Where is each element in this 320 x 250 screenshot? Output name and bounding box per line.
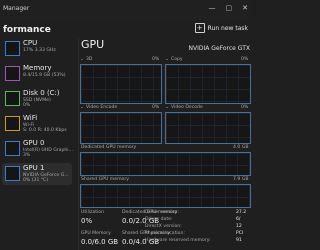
gpu1-thumbnail-graph	[5, 166, 20, 181]
sidebar-item-label: GPU 1	[23, 164, 45, 172]
info-label: Hardware reserved memory:	[145, 238, 211, 243]
info-value: 12	[236, 224, 242, 229]
run-new-task-label: Run new task	[207, 24, 248, 32]
graph-grid	[81, 153, 250, 175]
sidebar-item-label: CPU	[23, 39, 38, 47]
sidebar-item-label: Memory	[23, 64, 52, 72]
gpu-model-name: NVIDIA GeForce GTX	[188, 45, 250, 52]
info-value: PCI	[236, 231, 244, 236]
graph-3d[interactable]	[80, 64, 162, 104]
info-value: 6/	[236, 217, 241, 222]
page-title: GPU	[81, 38, 105, 51]
chevron-down-icon[interactable]: ⌄	[80, 57, 84, 62]
title-bar: Manager — ▢ ✕	[0, 0, 250, 20]
graph-label: 3D	[86, 57, 93, 62]
sidebar-item-subtext: Intel(R) UHD Graphi... 3%	[23, 148, 73, 158]
graph-video-decode[interactable]	[165, 112, 251, 144]
performance-sidebar: CPU 17% 3.33 GHz Memory 8.4/15.9 GB (53%…	[0, 38, 75, 250]
sidebar-item-label: Disk 0 (C:)	[23, 89, 60, 97]
utilization-label: Utilization	[81, 210, 105, 215]
sidebar-divider	[78, 38, 79, 250]
sidebar-item-subtext: NVIDIA GeForce G... 0% (31 °C)	[23, 173, 69, 183]
chevron-down-icon[interactable]: ⌄	[165, 57, 169, 62]
run-new-task-button[interactable]: + Run new task	[194, 23, 248, 33]
sidebar-item-memory[interactable]: Memory 8.4/15.9 GB (53%)	[2, 63, 72, 85]
sidebar-item-wifi[interactable]: WiFi Wi-Fi S: 0.0 R: 40.0 Kbps	[2, 113, 72, 135]
window-controls: — ▢ ✕	[209, 4, 249, 12]
gpu-memory-label: GPU Memory	[81, 231, 111, 236]
graph-max: 4.0 GB	[233, 145, 249, 150]
graph-grid	[81, 113, 161, 143]
chevron-down-icon[interactable]: ⌄	[165, 105, 169, 110]
sidebar-item-gpu1[interactable]: GPU 1 NVIDIA GeForce G... 0% (31 °C)	[2, 163, 72, 185]
graph-percent: 0%	[152, 57, 160, 62]
section-title: formance	[3, 25, 51, 35]
sidebar-item-label: GPU 0	[23, 139, 45, 147]
graph-percent: 0%	[241, 105, 249, 110]
gpu-memory-value: 0.0/6.0 GB	[81, 238, 119, 246]
add-task-icon: +	[194, 23, 205, 33]
graph-grid	[81, 185, 250, 207]
graph-label: Video Decode	[171, 105, 203, 110]
graph-percent: 0%	[152, 105, 160, 110]
graph-shared-memory[interactable]	[80, 184, 251, 208]
sidebar-item-subtext: Wi-Fi S: 0.0 R: 40.0 Kbps	[23, 123, 67, 133]
memory-thumbnail-graph	[5, 66, 20, 81]
info-value: 91	[236, 238, 242, 243]
disk-thumbnail-graph	[5, 91, 20, 106]
info-label: Physical location:	[145, 231, 185, 236]
sidebar-item-cpu[interactable]: CPU 17% 3.33 GHz	[2, 38, 72, 60]
sidebar-item-gpu0[interactable]: GPU 0 Intel(R) UHD Graphi... 3%	[2, 138, 73, 160]
sidebar-item-label: WiFi	[23, 114, 38, 122]
graph-grid	[81, 65, 161, 103]
graph-copy[interactable]	[165, 64, 251, 104]
info-value: 27.2	[236, 210, 247, 215]
info-label: DirectX version:	[145, 224, 182, 229]
minimize-icon[interactable]: —	[209, 4, 216, 12]
sidebar-item-disk[interactable]: Disk 0 (C:) SSD (NVMe) 0%	[2, 88, 72, 110]
sidebar-item-subtext: SSD (NVMe) 0%	[23, 98, 51, 108]
window-title: Manager	[3, 5, 30, 12]
chevron-down-icon[interactable]: ⌄	[80, 105, 84, 110]
gpu0-thumbnail-graph	[5, 141, 20, 156]
maximize-icon[interactable]: ▢	[226, 4, 233, 12]
graph-max: 7.9 GB	[233, 177, 249, 182]
sidebar-item-subtext: 8.4/15.9 GB (53%)	[23, 73, 66, 78]
utilization-value: 0%	[81, 217, 93, 225]
close-icon[interactable]: ✕	[242, 4, 248, 12]
graph-label: Copy	[171, 57, 183, 62]
graph-label: Video Encode	[86, 105, 118, 110]
info-label: Driver version:	[145, 210, 179, 215]
graph-video-encode[interactable]	[80, 112, 162, 144]
info-label: Driver date:	[145, 217, 173, 222]
wifi-thumbnail-graph	[5, 116, 20, 131]
graph-grid	[166, 65, 250, 103]
graph-percent: 0%	[241, 57, 249, 62]
graph-label: Shared GPU memory	[81, 177, 129, 182]
graph-dedicated-memory[interactable]	[80, 152, 251, 176]
cpu-thumbnail-graph	[5, 41, 20, 56]
sidebar-item-subtext: 17% 3.33 GHz	[23, 48, 56, 53]
graph-label: Dedicated GPU memory	[81, 145, 137, 150]
graph-grid	[166, 113, 250, 143]
